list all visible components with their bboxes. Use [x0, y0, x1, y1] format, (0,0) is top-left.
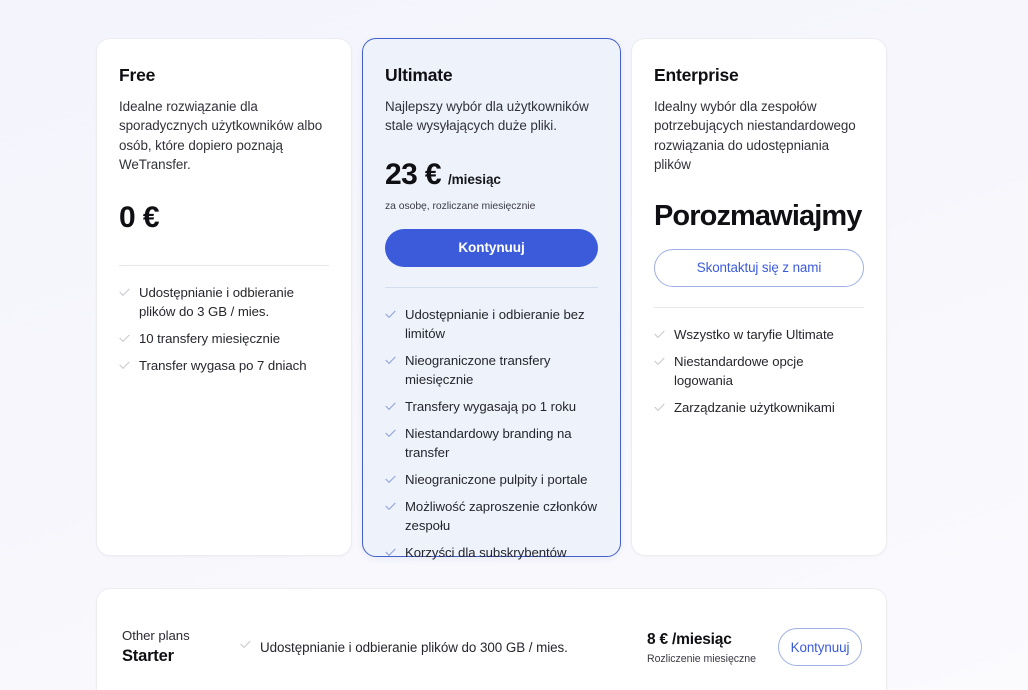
- plan-name-enterprise: Enterprise: [653, 65, 739, 85]
- check-icon: [654, 398, 665, 417]
- continue-button-starter[interactable]: Kontynuuj: [778, 628, 862, 666]
- plan-price-enterprise: Porozmawiajmy: [653, 199, 862, 232]
- plan-price-free: 0 €: [119, 200, 160, 234]
- plan-price-block-free: 0 €: [119, 201, 329, 245]
- check-icon: [240, 640, 251, 654]
- feature-label: Niestandardowy branding na transfer: [405, 425, 572, 460]
- check-icon: [119, 356, 130, 375]
- other-plan-price-block: 8 € /miesiąc Rozliczenie miesięczne: [647, 629, 756, 665]
- plan-description-ultimate: Najlepszy wybór dla użytkowników stale w…: [385, 99, 589, 134]
- check-icon: [385, 497, 396, 516]
- feature-item: Transfer wygasa po 7 dniach: [119, 356, 329, 375]
- card-divider: [653, 306, 864, 308]
- feature-item: Zarządzanie użytkownikami: [654, 398, 864, 417]
- other-plan-price: 8 € /miesiąc: [646, 631, 732, 648]
- other-plan-name-starter: Starter: [122, 647, 174, 665]
- feature-label: Nieograniczone pulpity i portale: [405, 471, 588, 487]
- plan-price-block-enterprise: Porozmawiajmy: [654, 199, 864, 233]
- card-divider: [119, 264, 329, 266]
- plan-price-period-ultimate: /miesiąc: [448, 171, 501, 187]
- plan-card-free[interactable]: Free Idealne rozwiązanie dla sporadyczny…: [96, 38, 352, 556]
- pricing-page: Free Idealne rozwiązanie dla sporadyczny…: [0, 0, 1028, 690]
- plan-price-ultimate: 23 €: [385, 157, 442, 191]
- feature-item: 10 transfery miesięcznie: [119, 329, 329, 348]
- check-icon: [654, 325, 665, 344]
- card-divider: [385, 286, 598, 288]
- check-icon: [654, 352, 665, 371]
- contact-us-button[interactable]: Skontaktuj się z nami: [653, 248, 864, 287]
- check-icon: [385, 470, 396, 489]
- feature-label: Zarządzanie użytkownikami: [673, 399, 835, 415]
- feature-label: Niestandardowe opcje logowania: [673, 353, 804, 388]
- feature-item: Niestandardowe opcje logowania: [654, 352, 864, 390]
- plan-description-free: Idealne rozwiązanie dla sporadycznych uż…: [119, 99, 323, 173]
- feature-list-enterprise: Wszystko w taryfie Ultimate Niestandardo…: [654, 325, 864, 417]
- other-plans-heading: Other plans Starter: [122, 627, 232, 667]
- feature-label: Udostępnianie i odbieranie plików do 3 G…: [139, 284, 294, 319]
- check-icon: [385, 424, 396, 443]
- feature-list-free: Udostępnianie i odbieranie plików do 3 G…: [119, 283, 329, 375]
- feature-label: Udostępnianie i odbieranie bez limitów: [405, 306, 585, 341]
- feature-label: Nieograniczone transfery miesięcznie: [405, 352, 551, 387]
- feature-item: Niestandardowy branding na transfer: [385, 424, 598, 462]
- feature-list-ultimate: Udostępnianie i odbieranie bez limitów N…: [385, 305, 598, 562]
- check-icon: [385, 305, 396, 324]
- continue-button-ultimate[interactable]: Kontynuuj: [385, 228, 598, 267]
- plan-description-enterprise: Idealny wybór dla zespołów potrzebującyc…: [653, 99, 856, 173]
- check-icon: [385, 543, 396, 562]
- check-icon: [119, 283, 130, 302]
- feature-item: Możliwość zaproszenie członków zespołu: [385, 497, 598, 535]
- other-plans-label: Other plans: [122, 628, 190, 643]
- feature-label: Transfer wygasa po 7 dniach: [139, 357, 307, 373]
- check-icon: [385, 351, 396, 370]
- feature-item: Transfery wygasają po 1 roku: [385, 397, 598, 416]
- plan-name-free: Free: [119, 65, 156, 85]
- feature-item: Udostępnianie i odbieranie bez limitów: [385, 305, 598, 343]
- feature-label: 10 transfery miesięcznie: [139, 330, 280, 346]
- feature-label: Transfery wygasają po 1 roku: [405, 398, 577, 414]
- check-icon: [119, 329, 130, 348]
- plan-card-enterprise[interactable]: Enterprise Idealny wybór dla zespołów po…: [630, 38, 887, 556]
- other-plan-feature: Udostępnianie i odbieranie plików do 300…: [240, 638, 647, 657]
- check-icon: [385, 397, 396, 416]
- other-plans-bar: Other plans Starter Udostępnianie i odbi…: [96, 588, 887, 690]
- plan-name-ultimate: Ultimate: [385, 65, 453, 85]
- feature-label: Możliwość zaproszenie członków zespołu: [405, 498, 597, 533]
- other-plan-price-note: Rozliczenie miesięczne: [646, 653, 756, 665]
- feature-label: Korzyści dla subskrybentów: [405, 544, 567, 560]
- feature-item: Korzyści dla subskrybentów: [385, 543, 598, 562]
- feature-item: Nieograniczone transfery miesięcznie: [385, 351, 598, 389]
- plan-price-block-ultimate: 23 € /miesiąc za osobę, rozliczane miesi…: [385, 158, 598, 212]
- feature-label: Udostępnianie i odbieranie plików do 300…: [260, 639, 568, 655]
- feature-item: Udostępnianie i odbieranie plików do 3 G…: [119, 283, 329, 321]
- plan-price-note-ultimate: za osobę, rozliczane miesięcznie: [385, 200, 536, 212]
- feature-item: Wszystko w taryfie Ultimate: [654, 325, 864, 344]
- feature-label: Wszystko w taryfie Ultimate: [673, 326, 834, 342]
- plan-card-ultimate[interactable]: Ultimate Najlepszy wybór dla użytkownikó…: [362, 38, 621, 560]
- price-row: 23 € /miesiąc: [385, 158, 598, 192]
- plan-card-list: Free Idealne rozwiązanie dla sporadyczny…: [96, 38, 887, 560]
- feature-item: Nieograniczone pulpity i portale: [385, 470, 598, 489]
